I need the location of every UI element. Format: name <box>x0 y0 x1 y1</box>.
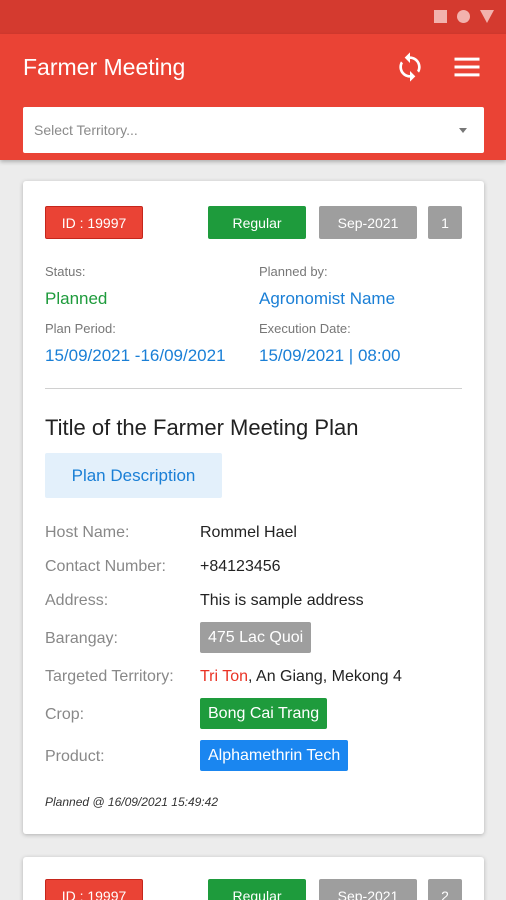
plan-description-button[interactable]: Plan Description <box>45 453 222 498</box>
menu-button[interactable] <box>452 52 482 82</box>
status-value: Planned <box>45 289 108 308</box>
meeting-type-badge: Regular <box>208 206 306 239</box>
app-title: Farmer Meeting <box>23 54 186 80</box>
dropdown-caret-icon <box>459 128 467 133</box>
meeting-card[interactable]: ID : 19997 Regular Sep-2021 1 Status: Pl… <box>23 181 484 834</box>
targeted-territory-label: Targeted Territory: <box>45 668 174 685</box>
app-bar: Farmer Meeting Select Territory... <box>0 34 506 160</box>
host-name-value: Rommel Hael <box>200 524 297 541</box>
territory-select-placeholder: Select Territory... <box>34 122 138 138</box>
contact-number-label: Contact Number: <box>45 558 166 575</box>
sync-icon <box>399 52 421 82</box>
execution-date-label: Execution Date: <box>259 321 351 336</box>
meeting-index-badge: 2 <box>428 879 462 900</box>
address-label: Address: <box>45 592 109 609</box>
territory-highlight: Tri Ton <box>200 668 249 685</box>
meeting-card[interactable]: ID : 19997 Regular Sep-2021 2 <box>23 857 484 900</box>
targeted-territory-value: Tri Ton, An Giang, Mekong 4 <box>200 668 402 686</box>
planned-timestamp: Planned @ 16/09/2021 15:49:42 <box>45 795 218 809</box>
address-value: This is sample address <box>200 592 364 609</box>
barangay-tag: 475 Lac Quoi <box>200 622 312 653</box>
sync-button[interactable] <box>394 51 426 83</box>
meeting-type-badge: Regular <box>208 879 306 900</box>
system-status-bar <box>0 0 506 34</box>
meeting-id-badge: ID : 19997 <box>45 206 143 239</box>
product-label: Product: <box>45 748 105 765</box>
execution-date-value: 15/09/2021 | 08:00 <box>259 346 401 365</box>
host-name-label: Host Name: <box>45 524 130 541</box>
meeting-id-badge: ID : 19997 <box>45 879 143 900</box>
triangle-status-icon <box>480 10 494 23</box>
meeting-month-badge: Sep-2021 <box>319 879 417 900</box>
meeting-month-badge: Sep-2021 <box>319 206 417 239</box>
plan-title: Title of the Farmer Meeting Plan <box>45 415 359 440</box>
square-status-icon <box>434 10 447 23</box>
plan-period-value: 15/09/2021 -16/09/2021 <box>45 346 226 365</box>
product-tag: Alphamethrin Tech <box>200 740 349 771</box>
meeting-index-badge: 1 <box>428 206 462 239</box>
territory-select[interactable]: Select Territory... <box>23 107 484 153</box>
planned-by-value: Agronomist Name <box>259 289 396 308</box>
territory-rest: , An Giang, Mekong 4 <box>248 668 402 685</box>
barangay-label: Barangay: <box>45 630 118 647</box>
contact-number-value: +84123456 <box>200 558 281 575</box>
status-icons <box>434 10 494 23</box>
plan-period-label: Plan Period: <box>45 321 116 336</box>
circle-status-icon <box>457 10 470 23</box>
crop-label: Crop: <box>45 706 85 723</box>
status-label: Status: <box>45 264 86 279</box>
crop-tag: Bong Cai Trang <box>200 698 328 729</box>
planned-by-label: Planned by: <box>259 264 328 279</box>
menu-icon <box>454 57 480 77</box>
card-divider <box>45 388 462 389</box>
